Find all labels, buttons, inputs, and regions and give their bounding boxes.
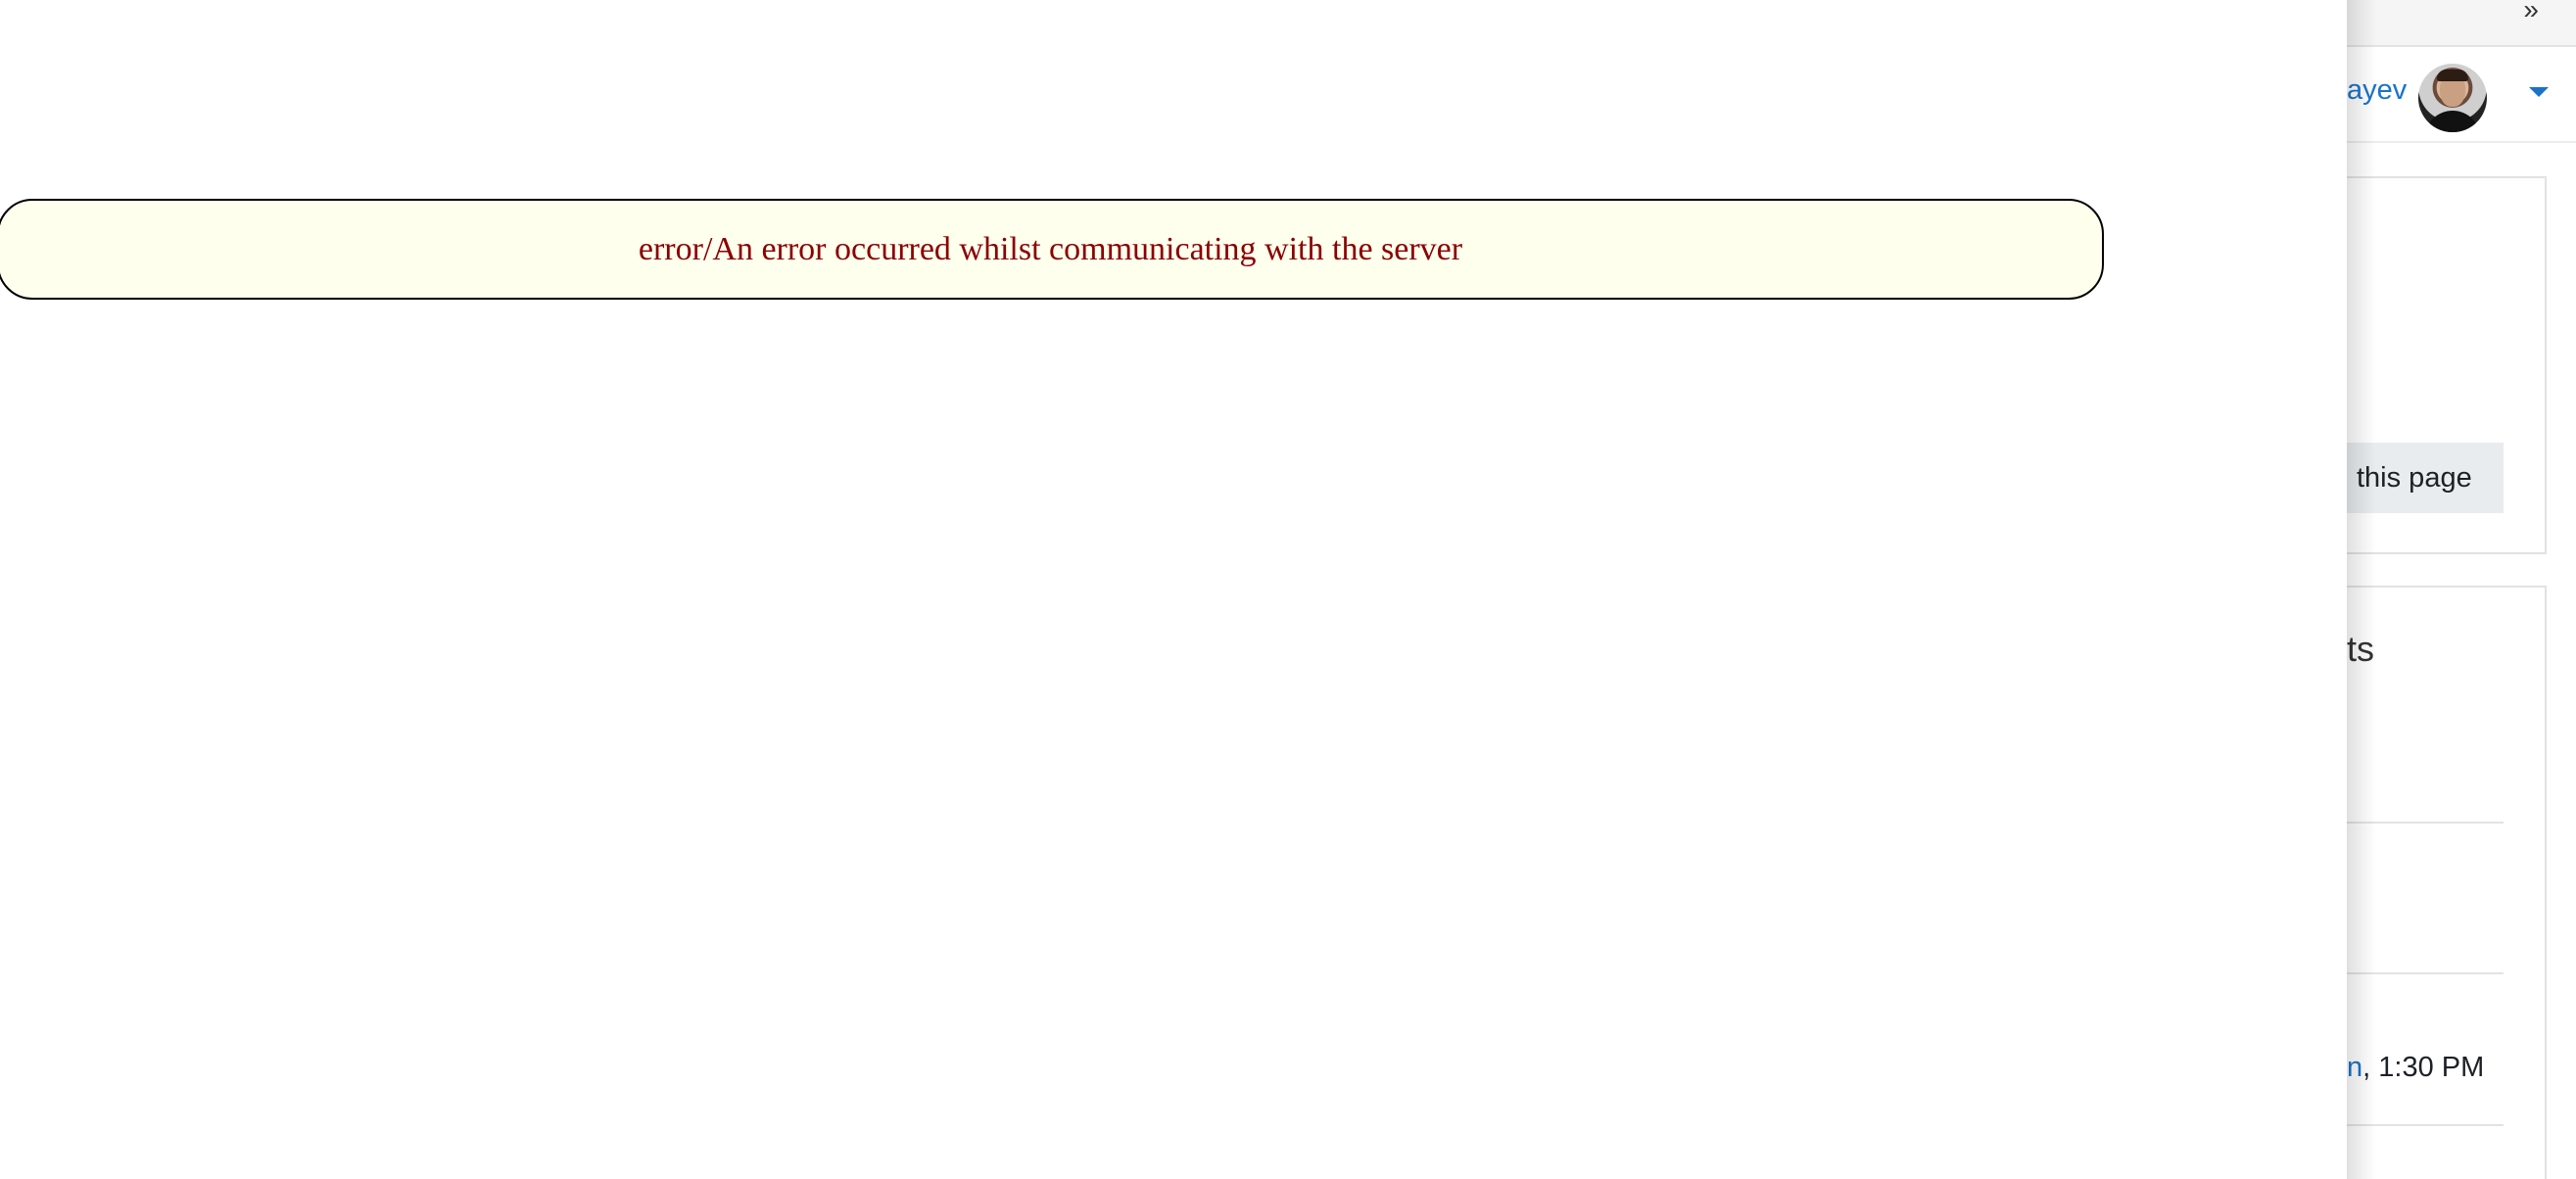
page-action-button-label: this page [2357, 461, 2472, 494]
caret-down-icon[interactable] [2529, 87, 2549, 97]
top-navbar: » [2347, 0, 2576, 47]
event-time: , 1:30 PM [2362, 1052, 2485, 1083]
events-heading: ts [2347, 629, 2375, 669]
divider [2347, 822, 2504, 824]
event-item: n, 1:30 PM [2347, 1052, 2484, 1084]
user-menu[interactable]: ayev [2347, 57, 2576, 143]
page-action-button[interactable]: this page [2347, 443, 2504, 513]
blank-overlay [0, 0, 2347, 1179]
user-name-link[interactable]: ayev [2347, 74, 2407, 107]
event-date-link[interactable]: n [2347, 1052, 2362, 1083]
divider [2347, 972, 2504, 974]
block-card: this page [2347, 176, 2547, 554]
avatar-hair [2437, 70, 2468, 81]
background-page: » ayev this page ts n, 1:30 PM [2347, 0, 2576, 1179]
collapse-toggle-icon[interactable]: » [2523, 0, 2539, 24]
divider [2347, 1124, 2504, 1126]
avatar-shirt [2424, 111, 2481, 132]
error-banner: error/An error occurred whilst communica… [0, 199, 2104, 300]
error-message: error/An error occurred whilst communica… [638, 230, 1463, 267]
avatar[interactable] [2418, 64, 2487, 132]
events-card: ts n, 1:30 PM [2347, 586, 2547, 1179]
